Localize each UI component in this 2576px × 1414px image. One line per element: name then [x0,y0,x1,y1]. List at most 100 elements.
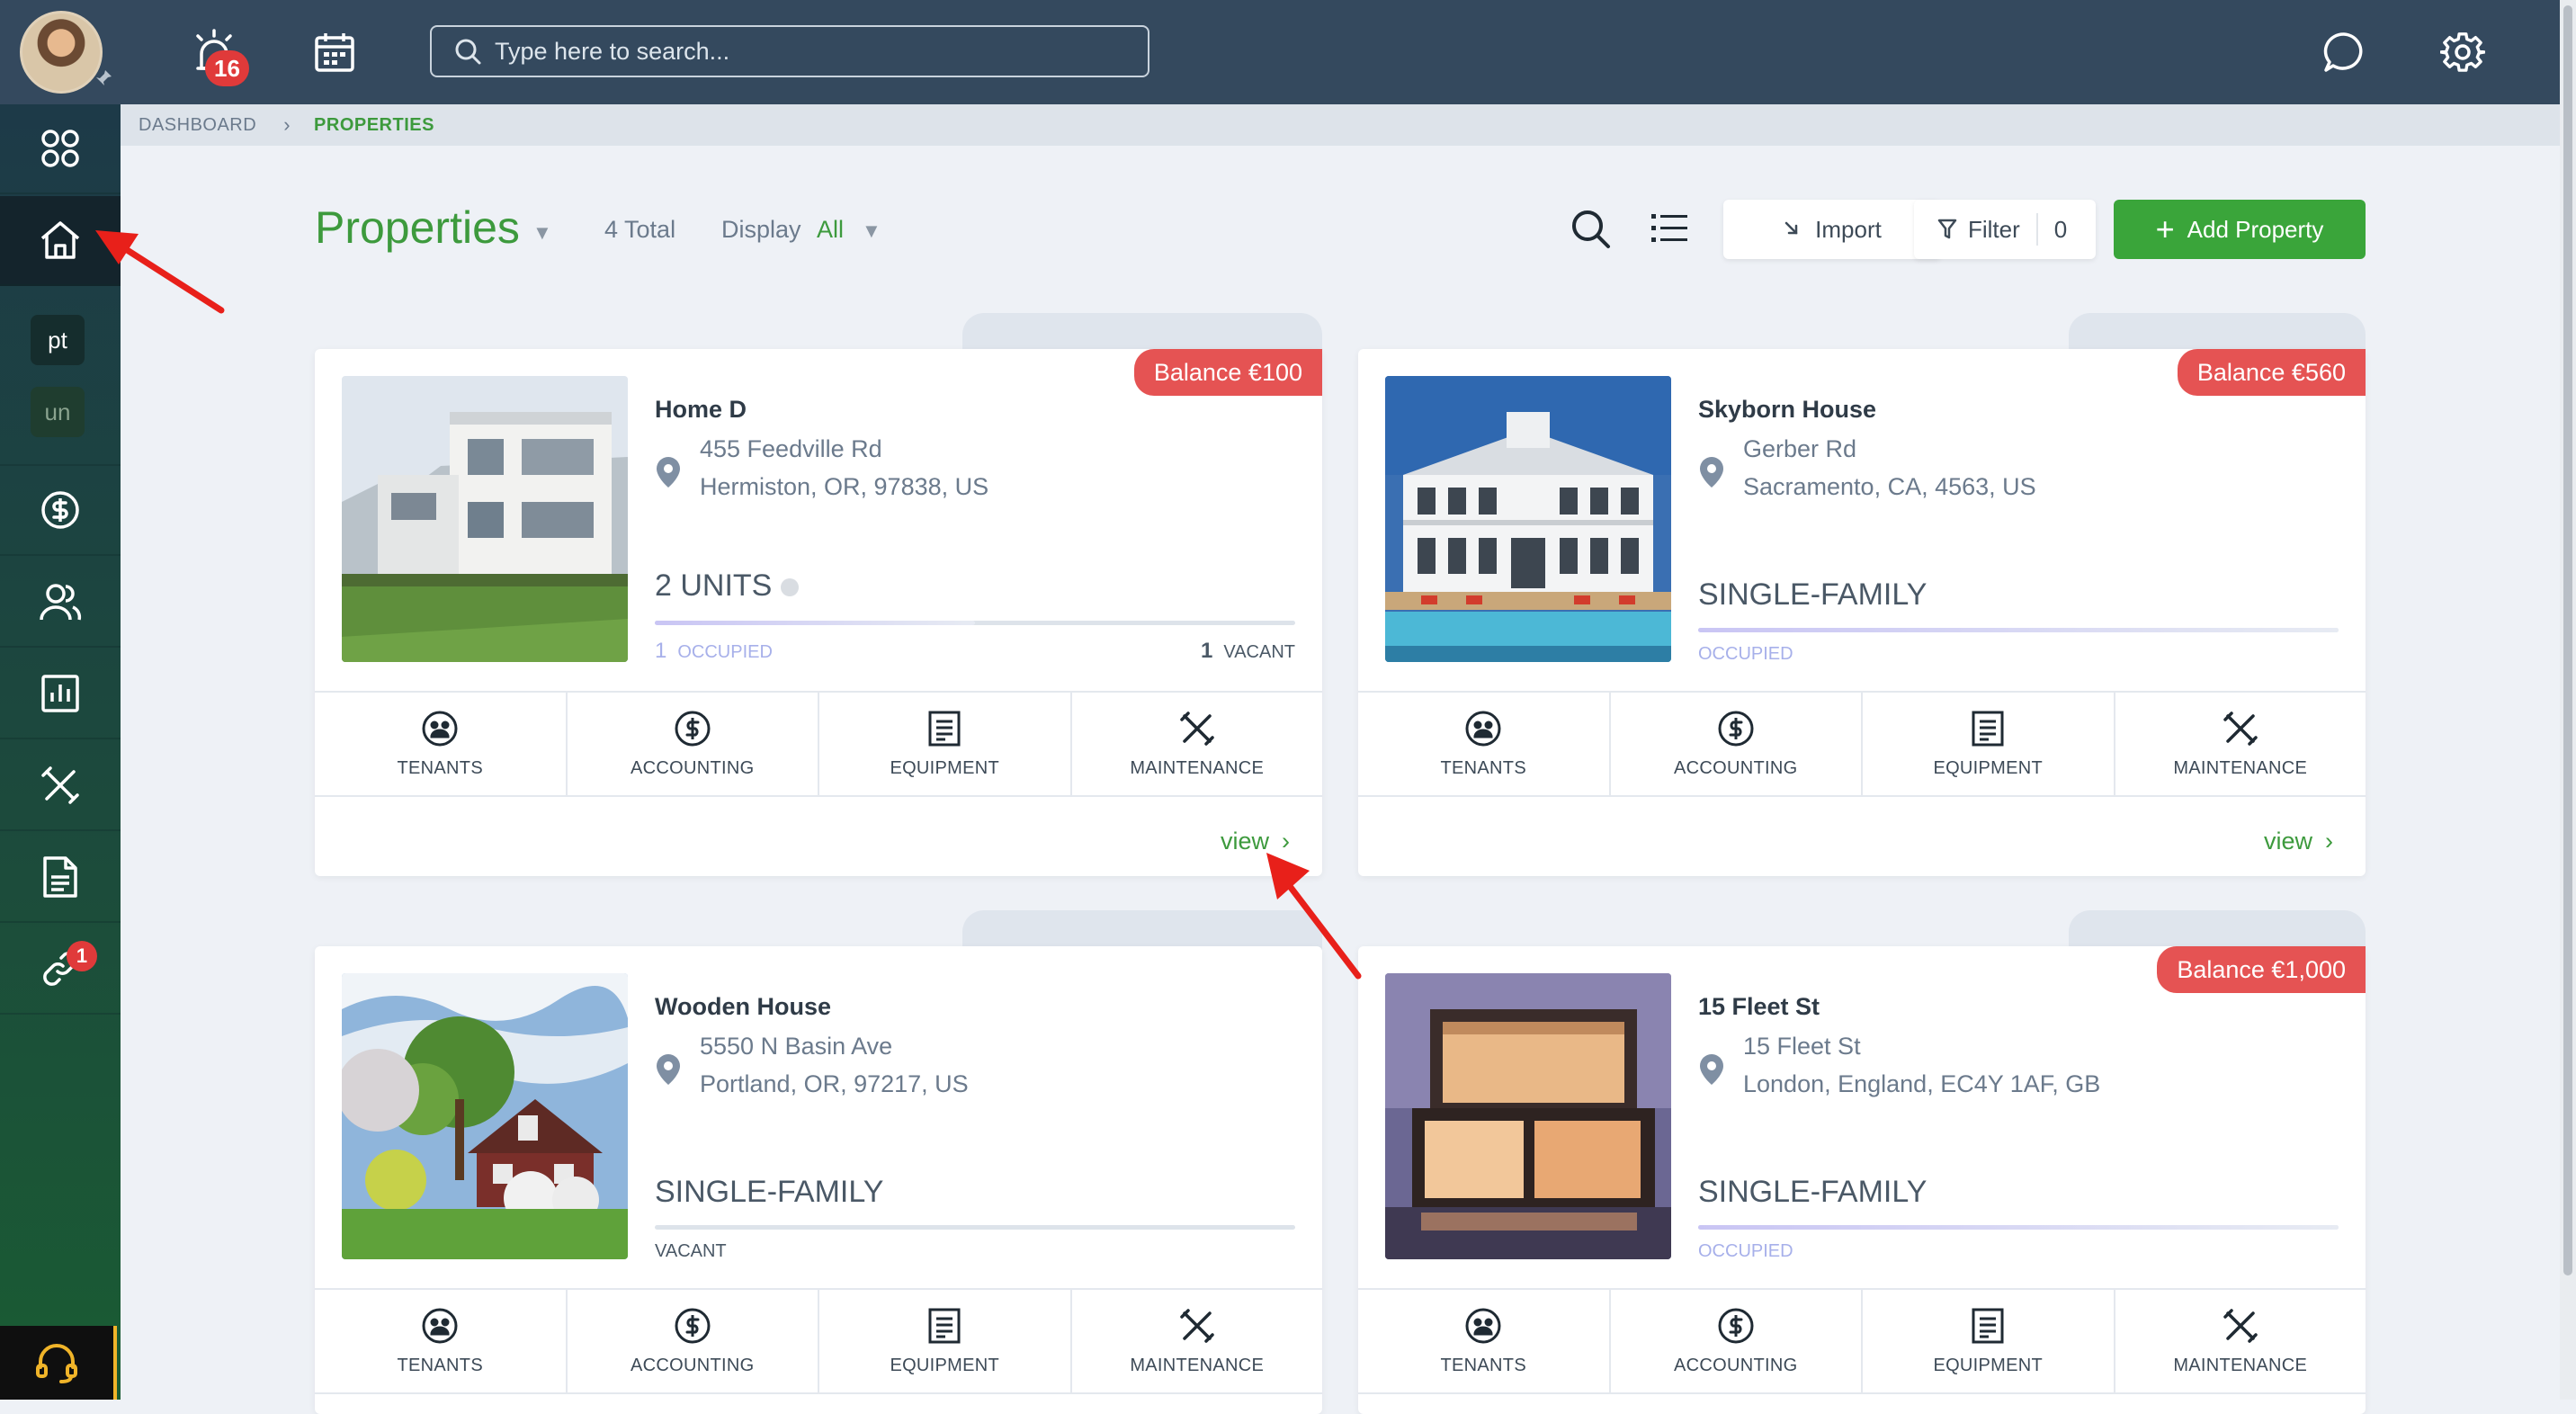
accounting-label: ACCOUNTING [1674,1355,1798,1375]
accounting-label: ACCOUNTING [1674,757,1798,778]
occupancy-bar [1698,628,2339,632]
tenants-label: TENANTS [1440,757,1526,778]
sidebar-item-maintenance[interactable] [0,741,121,831]
breadcrumb-dashboard[interactable]: DASHBOARD [139,115,256,136]
equipment-action[interactable]: EQUIPMENT [1863,1290,2115,1392]
view-link[interactable]: view › [2264,828,2333,855]
equipment-icon [928,1308,961,1343]
dollar-icon [675,711,711,746]
accounting-label: ACCOUNTING [631,757,755,778]
search-icon [453,37,482,66]
tenants-action[interactable]: TENANTS [315,1290,568,1392]
equipment-label: EQUIPMENT [890,757,1000,778]
home-icon [40,221,80,259]
property-photo [1385,973,1671,1259]
top-bar: 16 [0,0,2576,104]
card-actions: TENANTS ACCOUNTING EQUIPMENT MAINTENANCE [315,691,1322,797]
property-name[interactable]: Home D [655,396,747,424]
calendar-icon[interactable] [306,23,363,81]
balance-badge: Balance €560 [2177,349,2366,396]
sidebar-chip-un[interactable]: un [31,387,85,437]
address-line-2: Hermiston, OR, 97838, US [700,473,989,500]
add-property-button[interactable]: + Add Property [2114,200,2366,259]
occupancy-bar-fill [1698,1225,2339,1230]
balance-badge: Balance €1,000 [2157,946,2366,993]
address-line-1: 5550 N Basin Ave [700,1033,893,1060]
grid-icon [41,130,79,167]
property-card[interactable]: Balance €1,000 15 Fleet St 15 Fleet St L… [1358,946,2366,1414]
property-name[interactable]: Skyborn House [1698,396,1876,424]
sidebar-item-documents[interactable] [0,833,121,923]
add-property-label: Add Property [2187,215,2324,243]
search-box[interactable] [430,25,1149,77]
property-card[interactable]: Wooden House 5550 N Basin Ave Portland, … [315,946,1322,1414]
search-input[interactable] [482,37,1148,66]
sidebar-item-dashboard[interactable] [0,104,121,194]
scrollbar-thumb[interactable] [2563,5,2572,1275]
vacant-label: VACANT [1223,642,1295,662]
alarm-icon[interactable]: 16 [185,23,249,86]
accounting-action[interactable]: ACCOUNTING [568,693,819,795]
tenants-action[interactable]: TENANTS [315,693,568,795]
sidebar-item-people[interactable] [0,558,121,648]
pin-icon [94,68,113,88]
search-icon[interactable] [1565,203,1615,254]
maintenance-action[interactable]: MAINTENANCE [1072,1290,1323,1392]
sidebar-item-accounting[interactable] [0,466,121,556]
users-icon [40,584,82,621]
display-select[interactable]: All [817,216,844,244]
property-name[interactable]: 15 Fleet St [1698,993,1820,1021]
tenants-label: TENANTS [1440,1355,1526,1375]
view-label: view [2263,828,2312,855]
filter-count: 0 [2053,215,2068,243]
caret-down-icon[interactable]: ▼ [532,221,552,245]
filter-button[interactable]: Filter 0 [1914,200,2096,259]
gear-icon[interactable] [2434,23,2491,81]
property-name[interactable]: Wooden House [655,993,831,1021]
card-tab [962,313,1322,353]
tenants-action[interactable]: TENANTS [1358,1290,1611,1392]
caret-down-icon[interactable]: ▼ [862,219,881,243]
tenants-action[interactable]: TENANTS [1358,693,1611,795]
filter-icon [1937,219,1957,240]
annotation-arrow-home [95,230,225,314]
import-button[interactable]: Import [1723,200,1941,259]
occupancy-status: OCCUPIED [1698,644,1793,664]
tools-icon [2223,1308,2258,1343]
accounting-action[interactable]: ACCOUNTING [1611,1290,1863,1392]
equipment-label: EQUIPMENT [890,1355,1000,1375]
accounting-label: ACCOUNTING [631,1355,755,1375]
occupancy-status: OCCUPIED [1698,1241,1793,1261]
support-button[interactable] [0,1326,117,1400]
occupancy-bar [655,621,1295,625]
maintenance-action[interactable]: MAINTENANCE [1072,693,1323,795]
maintenance-label: MAINTENANCE [1130,1355,1265,1375]
tenants-icon [422,1308,458,1343]
equipment-action[interactable]: EQUIPMENT [819,1290,1072,1392]
user-avatar[interactable] [20,11,103,94]
accounting-action[interactable]: ACCOUNTING [1611,693,1863,795]
units-count: 2 UNITS [655,568,800,604]
tenants-icon [1465,1308,1501,1343]
occupancy-bar [655,1225,1295,1230]
tenants-label: TENANTS [397,757,483,778]
list-view-icon[interactable] [1644,203,1695,254]
sidebar-chip-pt[interactable]: pt [31,315,85,365]
maintenance-action[interactable]: MAINTENANCE [2115,1290,2366,1392]
maintenance-action[interactable]: MAINTENANCE [2115,693,2366,795]
chat-icon[interactable] [2315,23,2373,81]
equipment-action[interactable]: EQUIPMENT [819,693,1072,795]
accounting-action[interactable]: ACCOUNTING [568,1290,819,1392]
tenants-icon [1465,711,1501,746]
address-line-1: 455 Feedville Rd [700,435,882,462]
equipment-action[interactable]: EQUIPMENT [1863,693,2115,795]
property-card[interactable]: Balance €100 Home D 455 Feedville Rd Her… [315,349,1322,876]
property-photo [342,376,628,662]
property-photo [1385,376,1671,662]
headset-icon [36,1344,77,1383]
sidebar-item-reports[interactable] [0,649,121,739]
sidebar-item-links[interactable]: 1 [0,925,121,1015]
units-label: 2 UNITS [655,568,773,603]
property-card[interactable]: Balance €560 Skyborn House Gerber Rd Sac… [1358,349,2366,876]
occupied-count: 1 [655,639,667,663]
